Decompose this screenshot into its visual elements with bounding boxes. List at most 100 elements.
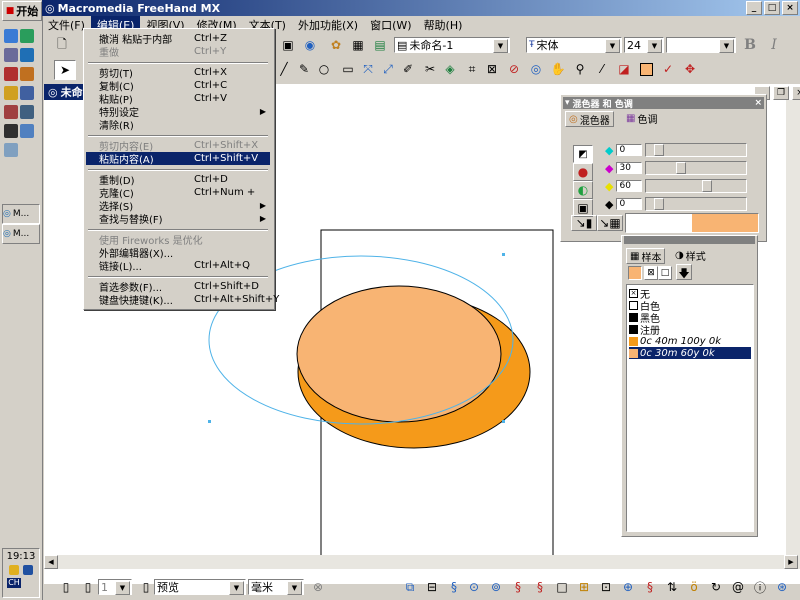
doc-restore-button[interactable]: ❐ [773, 86, 789, 100]
stroke-color-icon[interactable]: ◪ [614, 60, 634, 78]
tab-mixer[interactable]: ◎ 混色器 [565, 111, 614, 127]
stroke-none-icon[interactable]: ⊠ [644, 266, 658, 280]
tab-swatches[interactable]: ▦ 样本 [626, 248, 666, 264]
crop-path-icon[interactable]: § [530, 578, 550, 596]
library-icon[interactable]: ◉ [300, 36, 320, 54]
cyan-slider[interactable] [645, 143, 748, 157]
cmyk-mode-icon[interactable]: ◩ [573, 145, 593, 163]
both-icon[interactable]: □ [658, 266, 672, 280]
chevron-down-icon[interactable]: ▼ [719, 39, 734, 53]
app-icon[interactable] [4, 86, 18, 100]
rectangle-tool-icon[interactable]: ▭ [338, 60, 358, 78]
italic-button[interactable]: I [764, 36, 784, 54]
chevron-down-icon[interactable]: ▼ [229, 581, 244, 595]
app-icon[interactable] [4, 124, 18, 138]
new-document-icon[interactable]: 🗋 [52, 36, 72, 54]
page-number-field[interactable]: 1 ▼ [98, 579, 132, 595]
open-icon[interactable]: ▣ [278, 36, 298, 54]
chevron-down-icon[interactable]: ▼ [115, 581, 130, 595]
black-slider[interactable] [645, 197, 748, 211]
horizontal-scrollbar[interactable]: ◀ ▶ [44, 555, 800, 569]
yellow-slider[interactable] [645, 179, 748, 193]
zoom-tool-icon[interactable]: ⚲ [570, 60, 590, 78]
black-value-field[interactable]: 0 [616, 198, 643, 210]
selection-handle[interactable] [502, 253, 505, 256]
slider-thumb[interactable] [654, 144, 665, 156]
union-icon[interactable]: ⊙ [464, 578, 484, 596]
menu-help[interactable]: 帮助(H) [418, 16, 469, 34]
selection-handle[interactable] [502, 420, 505, 423]
scale-icon[interactable]: ⤢ [378, 60, 398, 78]
language-indicator[interactable]: CH [7, 578, 21, 588]
list-item[interactable]: 0c 40m 100y 0k [629, 335, 751, 347]
panel-title-bar[interactable] [624, 236, 755, 244]
add-to-tints-icon[interactable]: ↘▦ [597, 215, 623, 231]
app-icon[interactable] [4, 67, 18, 81]
yellow-value-field[interactable]: 60 [616, 180, 643, 192]
menu-item-paste-contents[interactable]: 粘贴内容(A) Ctrl+Shift+V [86, 152, 270, 166]
panel-close-icon[interactable]: × [754, 98, 762, 108]
envelope-icon[interactable]: ⊠ [482, 60, 502, 78]
magenta-value-field[interactable]: 30 [616, 162, 643, 174]
fill-color-button[interactable] [628, 266, 642, 280]
page-selector[interactable]: ▤ 未命名-1 ▼ [394, 37, 510, 53]
app-icon[interactable] [20, 48, 34, 62]
font-selector[interactable]: Ŧ 宋体 ▼ [526, 37, 622, 53]
slider-thumb[interactable] [676, 162, 687, 174]
crop-icon[interactable]: ⌗ [462, 60, 482, 78]
add-to-swatches-icon[interactable]: ↘▮ [571, 215, 597, 231]
pointer-tool-icon[interactable]: ➤ [54, 60, 76, 80]
transform-icon[interactable]: ⤧ [358, 60, 378, 78]
tray-icon[interactable] [9, 565, 19, 575]
unit-select[interactable]: 毫米 ▼ [248, 579, 304, 595]
at-icon[interactable]: @ [728, 578, 748, 596]
chevron-down-icon[interactable]: ▼ [647, 39, 662, 53]
page-prev-icon[interactable]: ▯ [56, 578, 76, 596]
expand-icon[interactable]: ⊕ [618, 578, 638, 596]
color-preview-well[interactable] [625, 213, 759, 233]
add-points-icon[interactable]: ⓘ [750, 578, 770, 596]
menu-item-redo[interactable]: 重做 Ctrl+Y [86, 45, 270, 59]
blend-path-icon[interactable]: ⊞ [574, 578, 594, 596]
trap-icon[interactable]: ⊡ [596, 578, 616, 596]
magenta-slider[interactable] [645, 161, 748, 175]
slider-thumb[interactable] [654, 198, 665, 210]
minimize-button[interactable]: _ [746, 1, 762, 15]
hls-mode-icon[interactable]: ◐ [573, 181, 593, 199]
task-button[interactable]: ◎ M... [2, 204, 40, 224]
panel-collapse-icon[interactable]: ▾ [565, 98, 570, 108]
list-item[interactable]: 注册 [629, 323, 751, 337]
start-button[interactable]: ■ 开始 [2, 1, 42, 21]
font-size-selector[interactable]: 24 ▼ [624, 37, 664, 53]
intersect-icon[interactable]: ⊚ [486, 578, 506, 596]
bold-button[interactable]: B [740, 36, 760, 54]
tab-tint[interactable]: ▦ 色调 [623, 111, 660, 126]
symbol-icon[interactable]: ✿ [326, 36, 346, 54]
vertical-scrollbar[interactable] [786, 100, 800, 555]
task-button[interactable]: ◎ M... [2, 224, 40, 244]
tab-styles[interactable]: ◑ 样式 [672, 248, 709, 263]
page-next-icon[interactable]: ▯ [78, 578, 98, 596]
arrow-down-icon[interactable]: 🡇 [676, 264, 692, 280]
app-icon[interactable] [20, 105, 34, 119]
hand-tool-icon[interactable]: ✋ [548, 60, 568, 78]
maximize-button[interactable]: □ [764, 1, 780, 15]
combine-icon[interactable]: ⊟ [422, 578, 442, 596]
app-icon[interactable] [20, 86, 34, 100]
eyedropper-icon[interactable]: ⁄ [592, 60, 612, 78]
path-icon[interactable]: § [444, 578, 464, 596]
desktop-icon[interactable] [4, 29, 18, 43]
inset-icon[interactable]: § [640, 578, 660, 596]
app-icon[interactable] [20, 124, 34, 138]
blend-icon[interactable]: ◈ [440, 60, 460, 78]
app-icon[interactable] [4, 48, 18, 62]
grid-icon[interactable]: ▦ [348, 36, 368, 54]
layers-icon[interactable]: ▤ [370, 36, 390, 54]
fill-swatch-icon[interactable] [636, 60, 656, 78]
close-button[interactable]: × [782, 1, 798, 15]
scroll-left-icon[interactable]: ◀ [44, 555, 58, 569]
chevron-down-icon[interactable]: ▼ [493, 39, 508, 53]
menu-window[interactable]: 窗口(W) [364, 16, 417, 34]
transform-path-icon[interactable]: ⊛ [772, 578, 792, 596]
freeform-icon[interactable]: ✐ [398, 60, 418, 78]
